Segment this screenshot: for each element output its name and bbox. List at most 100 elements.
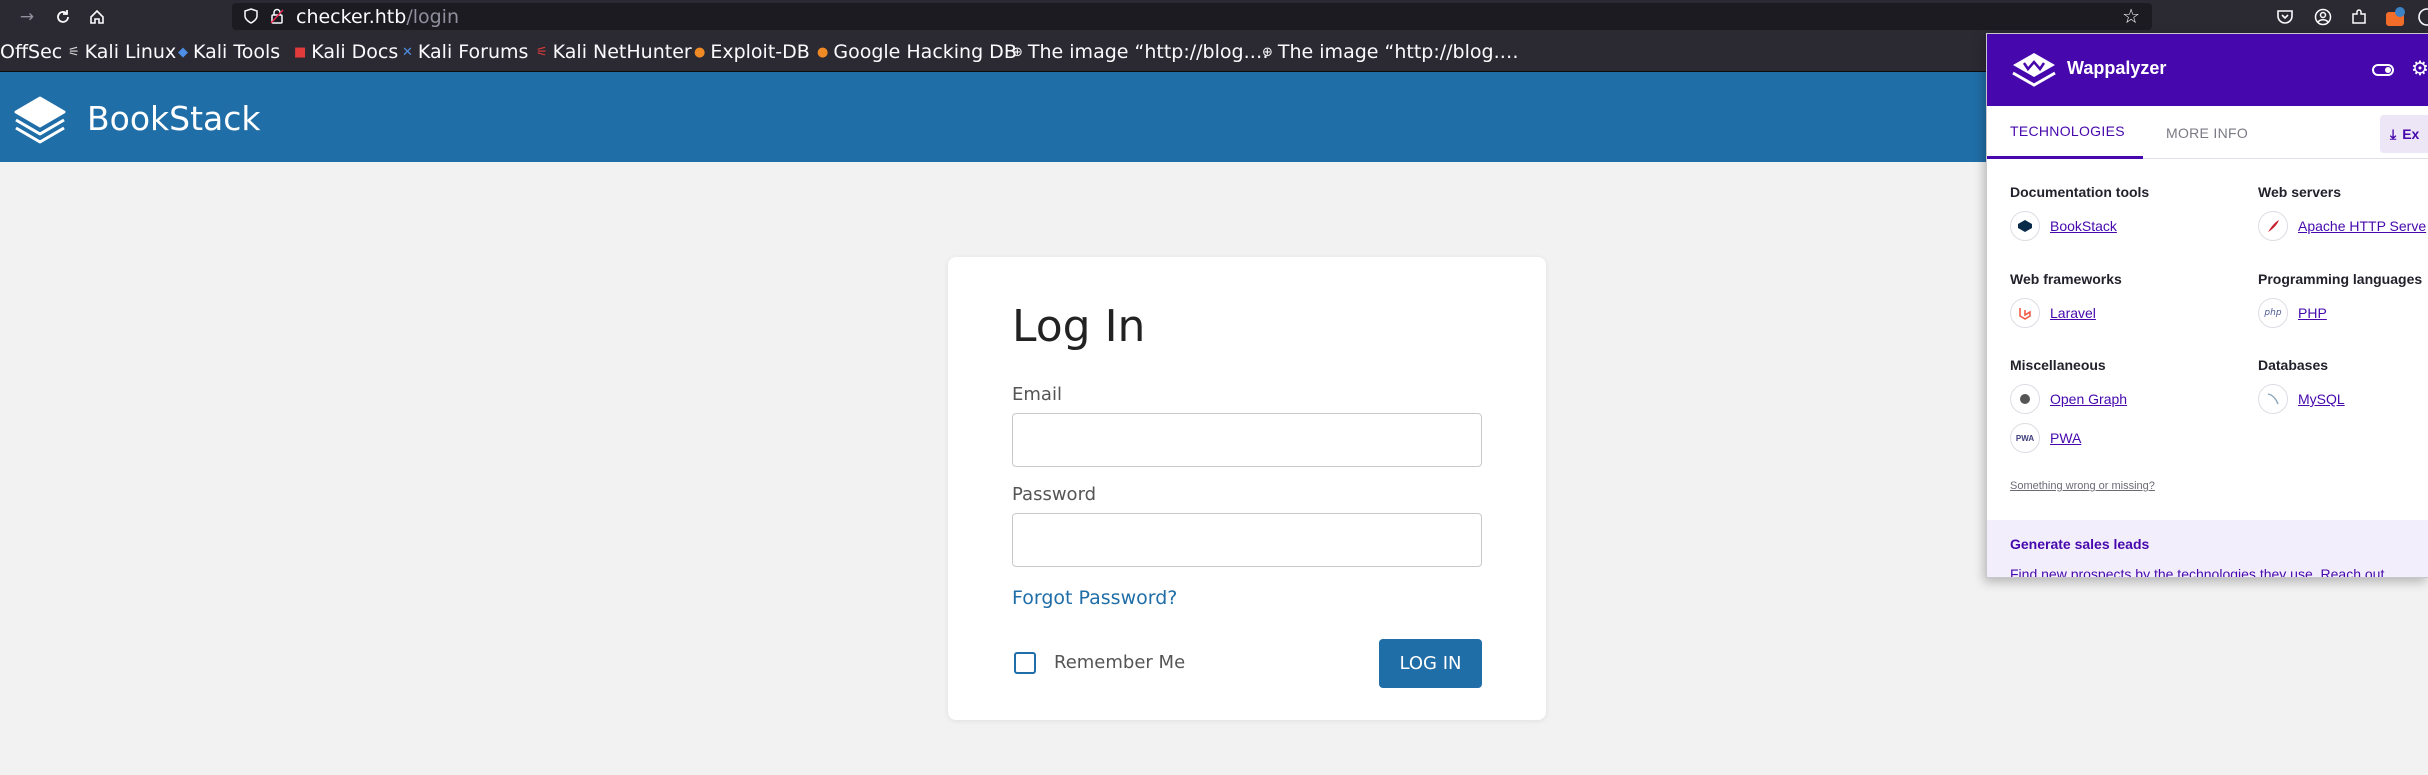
wappalyzer-logo-icon (2012, 53, 2056, 87)
globe-icon: ⊕ (1012, 44, 1023, 60)
exploit-db-icon: ● (694, 44, 706, 60)
email-label: Email (1012, 384, 1062, 405)
bookmark-kali-linux[interactable]: ⚟ Kali Linux (68, 41, 176, 63)
url-text: checker.htb/login (296, 6, 459, 28)
gear-icon[interactable]: ⚙ (2411, 56, 2428, 81)
laravel-icon (2010, 298, 2040, 328)
bookmark-label: Kali Forums (417, 41, 529, 63)
tech-name[interactable]: PWA (2050, 430, 2081, 446)
forgot-password-link[interactable]: Forgot Password? (1012, 587, 1177, 609)
burp-extension-icon[interactable] (2384, 6, 2406, 28)
bookstack-icon (2010, 211, 2040, 241)
php-icon: php (2258, 298, 2288, 328)
bookmark-blog-image-1[interactable]: ⊕ The image “http://blog.… (1012, 41, 1269, 63)
email-field[interactable] (1012, 413, 1482, 467)
kali-dragon-icon: ⚟ (68, 44, 80, 60)
login-card: Log In Email Password Forgot Password? R… (948, 257, 1546, 720)
app-name[interactable]: BookStack (87, 99, 261, 138)
bookmark-label: Google Hacking DB (833, 41, 1017, 63)
category-heading: Documentation tools (2010, 184, 2150, 200)
mysql-icon (2258, 384, 2288, 414)
tech-item-laravel[interactable]: Laravel (2010, 298, 2096, 328)
sales-leads-panel: Generate sales leads Find new prospects … (1987, 520, 2428, 578)
wappalyzer-extension-icon[interactable] (2416, 6, 2428, 28)
reload-icon (57, 9, 69, 23)
bookstack-logo-icon[interactable] (12, 90, 68, 144)
login-button[interactable]: LOG IN (1379, 639, 1482, 688)
bookmark-label: The image “http://blog.… (1277, 41, 1519, 63)
kali-tools-icon: ◆ (178, 44, 188, 60)
open-graph-icon (2010, 384, 2040, 414)
tech-name[interactable]: MySQL (2298, 391, 2345, 407)
tech-name[interactable]: Open Graph (2050, 391, 2127, 407)
tech-item-pwa[interactable]: PWA PWA (2010, 423, 2081, 453)
reload-button[interactable] (48, 0, 78, 33)
category-heading: Miscellaneous (2010, 357, 2106, 373)
forward-button[interactable]: → (12, 0, 42, 33)
tech-name[interactable]: PHP (2298, 305, 2327, 321)
password-label: Password (1012, 484, 1097, 505)
account-icon[interactable] (2312, 6, 2334, 28)
tech-item-apache[interactable]: Apache HTTP Serve (2258, 211, 2426, 241)
globe-icon: ⊕ (1262, 44, 1273, 60)
wappalyzer-popup: Wappalyzer ⚙ TECHNOLOGIES MORE INFO ⤓ Ex … (1986, 33, 2428, 578)
remember-me-checkbox[interactable] (1014, 652, 1036, 674)
tech-name[interactable]: Apache HTTP Serve (2298, 218, 2426, 234)
category-heading: Databases (2258, 357, 2329, 373)
remember-me-label[interactable]: Remember Me (1054, 652, 1185, 673)
bookmark-kali-nethunter[interactable]: ⚟ Kali NetHunter (536, 41, 692, 63)
page-title: Log In (1012, 301, 1146, 352)
tech-item-mysql[interactable]: MySQL (2258, 384, 2345, 414)
bookmark-label: Kali Tools (193, 41, 281, 63)
browser-toolbar: → checker.htb/login ☆ (0, 0, 2428, 33)
tech-item-bookstack[interactable]: BookStack (2010, 211, 2117, 241)
nethunter-icon: ⚟ (536, 44, 548, 60)
kali-forums-icon: ✕ (402, 44, 413, 60)
address-bar[interactable]: checker.htb/login ☆ (232, 3, 2152, 30)
kali-docs-icon: ■ (294, 44, 307, 60)
bookmark-exploit-db[interactable]: ● Exploit-DB (694, 41, 810, 63)
apache-feather-icon (2258, 211, 2288, 241)
home-button[interactable] (82, 0, 112, 33)
tab-more-info[interactable]: MORE INFO (2166, 106, 2248, 159)
pwa-icon: PWA (2010, 423, 2040, 453)
wappalyzer-title: Wappalyzer (2067, 58, 2167, 78)
tab-technologies[interactable]: TECHNOLOGIES (1987, 106, 2143, 159)
something-wrong-link[interactable]: Something wrong or missing? (2010, 480, 2155, 492)
toggle-icon[interactable] (2372, 64, 2394, 76)
bookmark-star-icon[interactable]: ☆ (2122, 4, 2140, 28)
sales-leads-title[interactable]: Generate sales leads (2010, 536, 2149, 552)
tech-item-open-graph[interactable]: Open Graph (2010, 384, 2127, 414)
bookmark-kali-forums[interactable]: ✕ Kali Forums (402, 41, 528, 63)
pocket-icon[interactable] (2274, 6, 2296, 28)
tech-name[interactable]: Laravel (2050, 305, 2096, 321)
category-heading: Web servers (2258, 184, 2342, 200)
bookmark-label: Kali Docs (311, 41, 399, 63)
tech-name[interactable]: BookStack (2050, 218, 2117, 234)
tracking-shield-icon[interactable] (244, 8, 258, 24)
ghdb-icon: ● (817, 44, 829, 60)
wappalyzer-tabs: TECHNOLOGIES MORE INFO (1987, 106, 2428, 159)
bookmark-label: Kali Linux (84, 41, 177, 63)
bookmark-label: The image “http://blog.… (1027, 41, 1269, 63)
extensions-puzzle-icon[interactable] (2348, 6, 2370, 28)
bookmark-kali-tools[interactable]: ◆ Kali Tools (178, 41, 280, 63)
bookmark-label: Kali NetHunter (552, 41, 692, 63)
sales-leads-text: Find new prospects by the technologies t… (2010, 566, 2385, 578)
download-icon: ⤓ (2390, 125, 2397, 142)
insecure-lock-icon[interactable] (270, 8, 284, 24)
bookmark-label: Exploit-DB (710, 41, 810, 63)
bookmark-google-hacking-db[interactable]: ● Google Hacking DB (817, 41, 1017, 63)
bookmark-blog-image-2[interactable]: ⊕ The image “http://blog.… (1262, 41, 1519, 63)
tech-item-php[interactable]: php PHP (2258, 298, 2327, 328)
bookmark-kali-docs[interactable]: ■ Kali Docs (294, 41, 398, 63)
category-heading: Web frameworks (2010, 271, 2122, 287)
category-heading: Programming languages (2258, 271, 2423, 287)
wappalyzer-header: Wappalyzer ⚙ (1987, 34, 2428, 106)
bookmark-offsec[interactable]: OffSec (0, 41, 62, 63)
export-label: Ex (2402, 126, 2420, 142)
export-button[interactable]: ⤓ Ex (2380, 115, 2428, 153)
bookmark-label: OffSec (0, 41, 63, 63)
home-icon (90, 9, 104, 24)
password-field[interactable] (1012, 513, 1482, 567)
